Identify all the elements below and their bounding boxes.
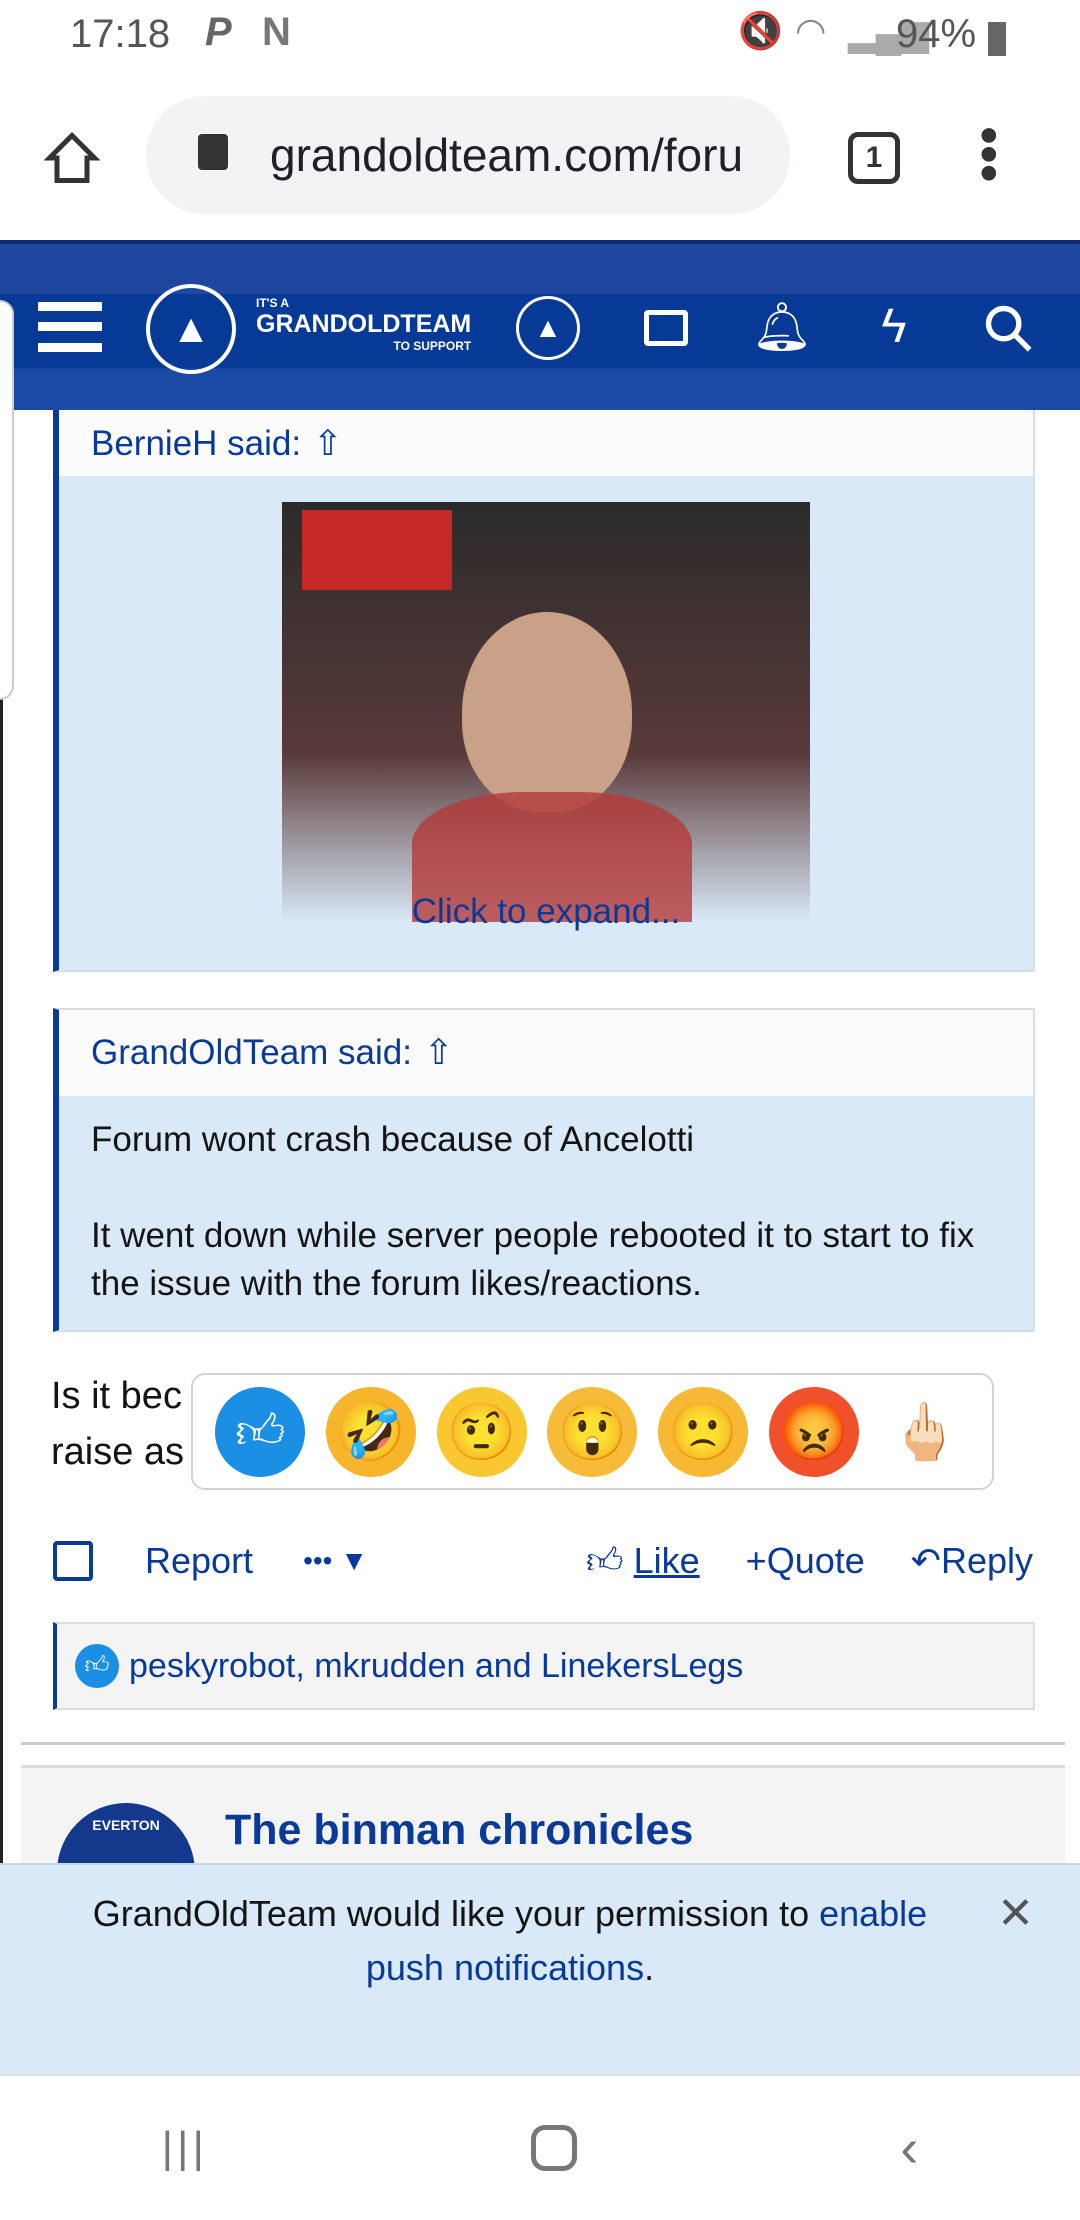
avatar-text: EVERTON — [92, 1817, 160, 1833]
lightning-icon[interactable]: ϟ — [864, 296, 924, 356]
quote-header[interactable]: GrandOldTeam said: ⇧ — [59, 1010, 1033, 1096]
search-icon[interactable] — [982, 302, 1034, 354]
avatar[interactable]: ▲ — [516, 296, 580, 360]
reactors-list[interactable]: peskyrobot, mkrudden and LinekersLegs — [129, 1647, 743, 1686]
reply-label: Reply — [940, 1540, 1033, 1581]
reaction-like-icon[interactable]: 👍︎ — [215, 1386, 306, 1477]
n-icon: N — [262, 10, 291, 54]
battery-icon — [988, 22, 1006, 56]
more-dots: ••• — [303, 1545, 333, 1576]
post-line: Is it bec — [51, 1375, 182, 1417]
lock-icon — [198, 134, 228, 170]
person-face — [462, 612, 632, 812]
divider — [21, 1742, 1065, 1745]
hamburger-icon[interactable] — [38, 302, 102, 352]
reaction-picker: 👍︎ 🤣 🤨 😲 🙁 😡 🖕🏻 — [191, 1373, 994, 1490]
reaction-sad-icon[interactable]: 🙁 — [658, 1386, 749, 1477]
quote-header[interactable]: BernieH said: ⇧ — [59, 410, 1033, 476]
logo-top-text: IT'S A — [256, 296, 290, 310]
status-bar: 17:18 P N 🔇 ◠ ▂▄▆ 94% — [0, 0, 1080, 100]
more-options-button[interactable]: ••• ▼ — [303, 1545, 368, 1577]
close-icon[interactable]: ✕ — [997, 1887, 1034, 1941]
site-logo[interactable]: IT'S A GRANDOLDTEAM TO SUPPORT — [256, 296, 471, 353]
quote-label: Quote — [766, 1540, 865, 1581]
select-checkbox[interactable] — [53, 1541, 93, 1581]
push-text: GrandOldTeam would like your permission … — [92, 1893, 820, 1934]
battery-percent: 94% — [896, 12, 977, 56]
like-label: Like — [633, 1540, 700, 1581]
back-icon[interactable]: ‹ — [900, 2117, 918, 2179]
plus-icon: + — [745, 1540, 767, 1581]
push-text-end: . — [644, 1947, 655, 1988]
reaction-suspicious-icon[interactable]: 🤨 — [436, 1386, 527, 1477]
quote-body: Forum wont crash because of Ancelotti It… — [59, 1096, 1033, 1328]
logo-bottom-text: TO SUPPORT — [393, 339, 472, 353]
browser-toolbar: grandoldteam.com/foru 1 ••• — [0, 96, 1080, 240]
address-bar[interactable]: grandoldteam.com/foru — [146, 96, 790, 214]
drawer-handle[interactable] — [0, 300, 14, 700]
clock: 17:18 — [70, 12, 171, 56]
push-notification-banner: GrandOldTeam would like your permission … — [0, 1863, 1080, 2074]
thread-content: BernieH said: ⇧ Click to expand... GrandO… — [0, 410, 1080, 2070]
tab-switcher-button[interactable]: 1 — [848, 132, 900, 184]
reply-button[interactable]: ↶Reply — [911, 1540, 1033, 1582]
reaction-angry-icon[interactable]: 😡 — [768, 1386, 859, 1477]
recent-apps-icon[interactable]: ||| — [162, 2123, 208, 2173]
audi-banner — [302, 510, 452, 590]
logo-main-text: GRANDOLDTEAM — [256, 310, 472, 338]
like-button[interactable]: 👍︎ Like — [586, 1539, 700, 1583]
quote-author[interactable]: GrandOldTeam said: — [91, 1033, 412, 1073]
wifi-icon: ◠ — [795, 10, 827, 51]
quote-line: Forum wont crash because of Ancelotti — [91, 1120, 695, 1159]
report-button[interactable]: Report — [145, 1540, 253, 1582]
reaction-middle-finger-icon[interactable]: 🖕🏻 — [880, 1387, 970, 1477]
paypal-icon: P — [205, 10, 232, 54]
quote-grandoldteam: GrandOldTeam said: ⇧ Forum wont crash bec… — [53, 1008, 1035, 1332]
url-text: grandoldteam.com/foru — [270, 129, 744, 181]
inbox-icon[interactable] — [644, 310, 688, 346]
post-text: Is it bec raise as — [51, 1368, 184, 1480]
reactions-summary[interactable]: 👍︎ peskyrobot, mkrudden and LinekersLegs — [53, 1622, 1035, 1710]
bell-icon[interactable]: 🔔︎ — [752, 296, 813, 356]
click-to-expand-link[interactable]: Click to expand... — [59, 892, 1033, 932]
logo-crest-icon[interactable]: ▲ — [146, 284, 236, 374]
quote-bernieh: BernieH said: ⇧ Click to expand... — [53, 410, 1035, 972]
reaction-shocked-icon[interactable]: 😲 — [547, 1386, 638, 1477]
thread-title[interactable]: The binman chronicles — [225, 1806, 693, 1855]
quote-button[interactable]: +Quote — [746, 1540, 865, 1582]
system-nav-bar: ||| ‹ — [0, 2074, 1080, 2220]
quote-author[interactable]: BernieH said: — [91, 424, 301, 464]
site-header: ▲ IT'S A GRANDOLDTEAM TO SUPPORT ▲ 🔔︎ ϟ — [0, 240, 1080, 410]
home-icon[interactable] — [42, 128, 102, 188]
quoted-image[interactable] — [282, 502, 810, 922]
post-line: raise as — [51, 1431, 185, 1473]
thumbs-up-icon: 👍︎ — [585, 1540, 624, 1581]
quote-line: It went down while server people reboote… — [91, 1216, 975, 1303]
like-badge-icon: 👍︎ — [75, 1644, 119, 1688]
reaction-laugh-icon[interactable]: 🤣 — [326, 1386, 417, 1477]
home-button-icon[interactable] — [531, 2125, 578, 2171]
arrow-up-circle-icon[interactable]: ⇧ — [313, 424, 342, 464]
mute-icon: 🔇 — [738, 10, 783, 51]
arrow-up-circle-icon[interactable]: ⇧ — [424, 1033, 453, 1073]
menu-icon[interactable]: ••• — [959, 126, 1019, 183]
reply-arrow-icon: ↶ — [910, 1540, 941, 1581]
post-actions: Report ••• ▼ 👍︎ Like +Quote ↶Reply — [53, 1526, 1033, 1596]
